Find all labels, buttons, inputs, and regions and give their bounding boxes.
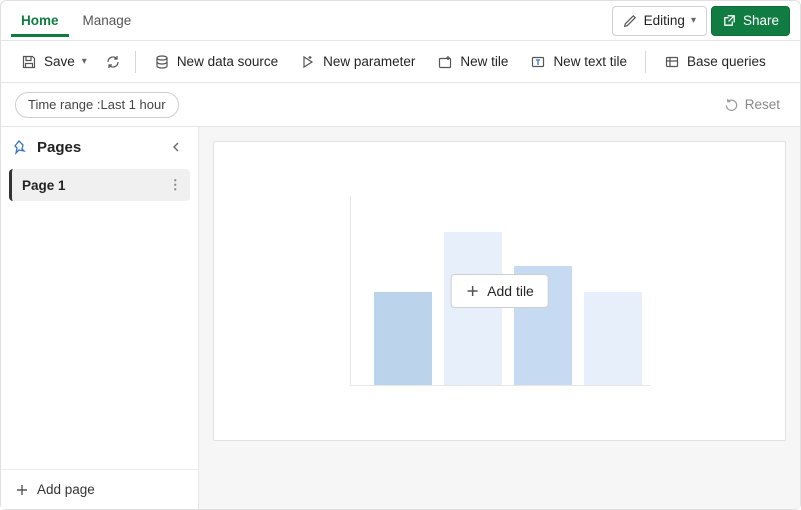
editing-label: Editing [644, 13, 685, 28]
new-text-tile-button[interactable]: New text tile [522, 49, 635, 75]
page-item-label: Page 1 [22, 178, 66, 193]
tile-icon [437, 54, 453, 70]
save-icon [21, 54, 37, 70]
chart-bar [444, 232, 502, 385]
time-range-pill[interactable]: Time range : Last 1 hour [15, 92, 179, 118]
add-tile-label: Add tile [487, 283, 534, 299]
new-parameter-label: New parameter [323, 54, 415, 69]
refresh-icon [105, 54, 121, 70]
plus-icon [15, 483, 29, 497]
reset-label: Reset [745, 97, 780, 112]
save-label: Save [44, 54, 75, 69]
page-list: Page 1 ⋮ [1, 165, 198, 469]
new-text-tile-label: New text tile [553, 54, 627, 69]
share-button[interactable]: Share [711, 6, 790, 36]
add-tile-button[interactable]: Add tile [450, 274, 549, 308]
time-range-value: Last 1 hour [101, 97, 166, 112]
parameter-icon [300, 54, 316, 70]
chart-bar [374, 292, 432, 386]
base-queries-button[interactable]: Base queries [656, 49, 774, 75]
pencil-icon [623, 13, 638, 28]
pin-icon [13, 139, 29, 155]
new-tile-label: New tile [460, 54, 508, 69]
tab-manage[interactable]: Manage [73, 5, 142, 37]
tab-home[interactable]: Home [11, 5, 69, 37]
chevron-down-icon: ▾ [82, 56, 87, 67]
divider [645, 51, 646, 73]
plus-icon [465, 284, 479, 298]
new-data-source-label: New data source [177, 54, 278, 69]
time-range-label: Time range : [28, 97, 101, 112]
pages-title: Pages [37, 139, 158, 156]
collapse-sidebar-button[interactable] [166, 137, 186, 157]
divider [135, 51, 136, 73]
text-tile-icon [530, 54, 546, 70]
base-queries-label: Base queries [687, 54, 766, 69]
chevron-down-icon: ▾ [691, 15, 696, 26]
add-page-label: Add page [37, 482, 95, 497]
page-item[interactable]: Page 1 ⋮ [9, 169, 190, 201]
chart-bar [584, 292, 642, 386]
pages-sidebar: Pages Page 1 ⋮ Add page [1, 127, 199, 509]
queries-icon [664, 54, 680, 70]
undo-icon [724, 97, 739, 112]
database-icon [154, 54, 170, 70]
toolbar: Save ▾ New data source New parameter New… [1, 41, 800, 83]
canvas-area: Add tile [199, 127, 800, 509]
save-button[interactable]: Save ▾ [13, 49, 95, 75]
dashboard-canvas[interactable]: Add tile [213, 141, 786, 441]
share-label: Share [743, 13, 779, 28]
add-page-button[interactable]: Add page [1, 469, 198, 509]
editing-mode-button[interactable]: Editing ▾ [612, 6, 707, 36]
new-data-source-button[interactable]: New data source [146, 49, 286, 75]
new-parameter-button[interactable]: New parameter [292, 49, 423, 75]
share-icon [722, 13, 737, 28]
refresh-button[interactable] [101, 49, 125, 75]
filter-bar: Time range : Last 1 hour Reset [1, 83, 800, 127]
reset-button[interactable]: Reset [718, 93, 786, 116]
page-item-more-button[interactable]: ⋮ [169, 177, 183, 193]
new-tile-button[interactable]: New tile [429, 49, 516, 75]
